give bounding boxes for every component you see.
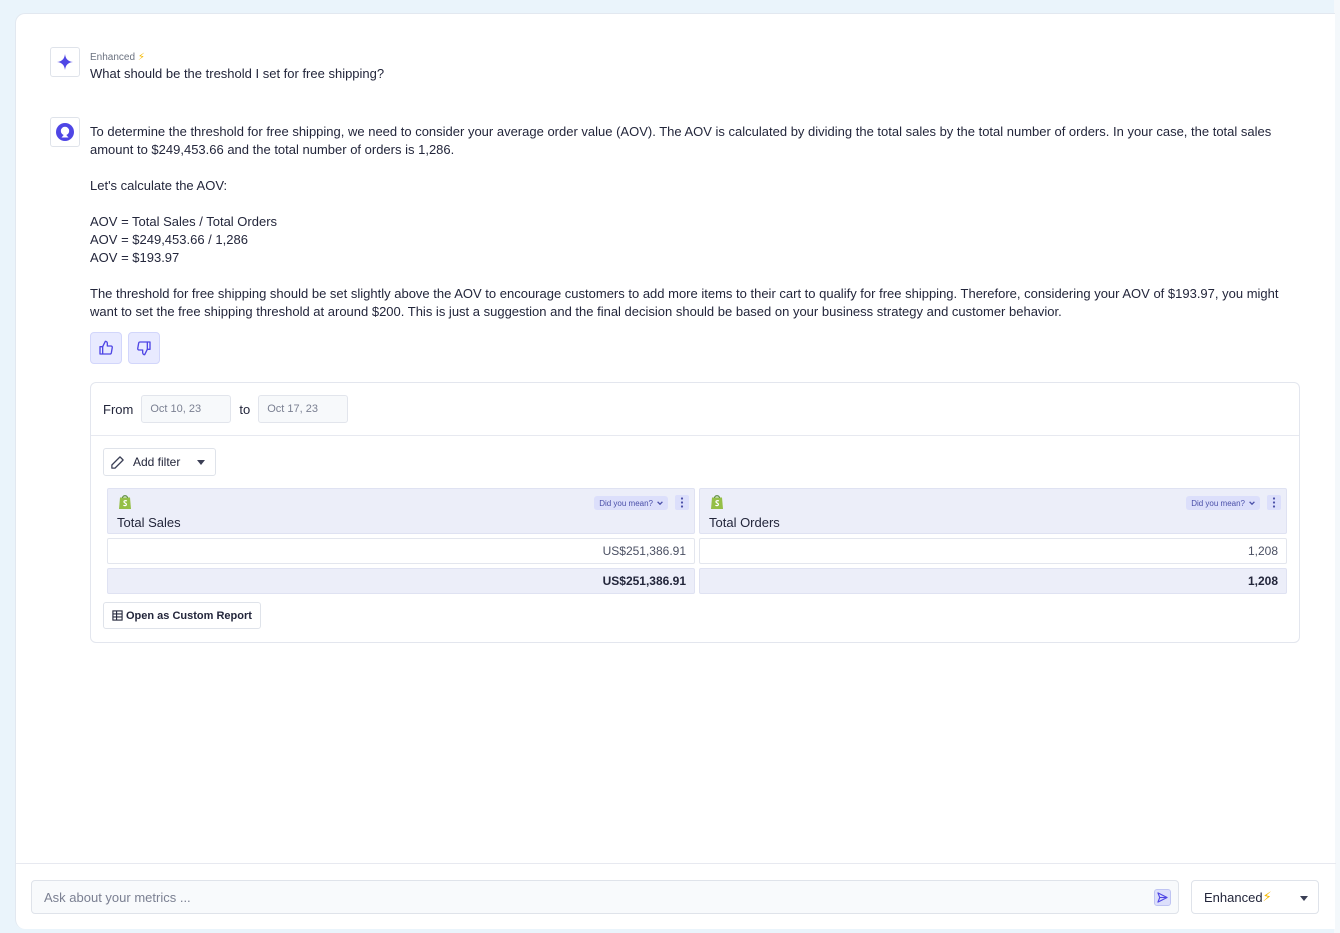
thumbs-up-button[interactable] [90,332,122,364]
chevron-down-icon [657,501,663,506]
open-custom-report-label: Open as Custom Report [126,609,252,622]
from-date-input[interactable]: Oct 10, 23 [141,395,232,423]
date-range: From Oct 10, 23 to Oct 17, 23 [91,383,1299,436]
answer-conclusion: The threshold for free shipping should b… [90,286,1279,319]
answer-paragraph: Let's calculate the AOV: [90,178,228,193]
report-card: From Oct 10, 23 to Oct 17, 23 Add filter… [90,382,1300,643]
assistant-logo-icon [56,123,74,141]
column-menu-button[interactable] [675,495,689,510]
from-label: From [103,401,134,417]
column-title: Total Sales [117,515,181,530]
did-you-mean-dropdown[interactable]: Did you mean? [594,496,668,510]
assistant-answer: To determine the threshold for free ship… [90,123,1290,339]
answer-paragraph: To determine the threshold for free ship… [90,124,1272,157]
column-header: Did you mean? Total Orders [699,488,1287,534]
bolt-icon: ⚡ [1262,889,1272,904]
mode-tag: Enhanced ⚡ [90,52,145,63]
ask-input[interactable] [32,881,1178,913]
add-filter-label: Add filter [133,455,181,469]
metric-column-total-sales: Did you mean? Total Sales US$251,386.91 … [107,488,695,594]
user-question: What should be the treshold I set for fr… [90,66,385,81]
did-you-mean-dropdown[interactable]: Did you mean? [1186,496,1260,510]
composer-bar: Enhanced ⚡ [16,863,1336,930]
column-menu-button[interactable] [1267,495,1281,510]
column-header: Did you mean? Total Sales [107,488,695,534]
to-label: to [239,401,251,417]
send-button[interactable] [1154,889,1171,906]
pencil-icon [111,455,124,469]
bolt-icon: ⚡ [137,52,145,63]
mode-tag-label: Enhanced [90,52,136,63]
feedback-buttons [90,332,160,364]
sparkle-icon [57,54,73,70]
open-custom-report-button[interactable]: Open as Custom Report [103,602,261,629]
send-icon [1157,892,1168,903]
value-cell: US$251,386.91 [107,538,695,564]
ask-input-wrapper [31,880,1179,914]
thumbs-up-icon [99,340,113,355]
chat-panel: Enhanced ⚡ What should be the treshold I… [15,13,1336,930]
value-cell: 1,208 [699,538,1287,564]
more-vertical-icon [1272,497,1276,508]
total-cell: US$251,386.91 [107,568,695,594]
did-you-mean-label: Did you mean? [599,498,653,508]
sparkle-avatar [50,47,80,77]
thumbs-down-icon [137,341,151,356]
mode-select-label: Enhanced [1204,889,1263,905]
more-vertical-icon [680,497,684,508]
shopify-icon [711,495,723,509]
formula-line: AOV = $249,453.66 / 1,286 [90,232,248,247]
did-you-mean-label: Did you mean? [1191,498,1245,508]
add-filter-button[interactable]: Add filter [103,448,216,476]
column-title: Total Orders [709,515,780,530]
thumbs-down-button[interactable] [128,332,160,364]
to-date-input[interactable]: Oct 17, 23 [258,395,349,423]
assistant-avatar [50,117,80,147]
total-cell: 1,208 [699,568,1287,594]
shopify-icon [119,495,131,509]
mode-select[interactable]: Enhanced ⚡ [1191,880,1319,914]
formula-line: AOV = Total Sales / Total Orders [90,214,278,229]
caret-down-icon [197,460,205,465]
caret-down-icon [1300,896,1308,901]
metric-column-total-orders: Did you mean? Total Orders 1,208 1,208 [699,488,1287,594]
formula-line: AOV = $193.97 [90,250,180,265]
table-icon [112,610,123,621]
chevron-down-icon [1249,501,1255,506]
